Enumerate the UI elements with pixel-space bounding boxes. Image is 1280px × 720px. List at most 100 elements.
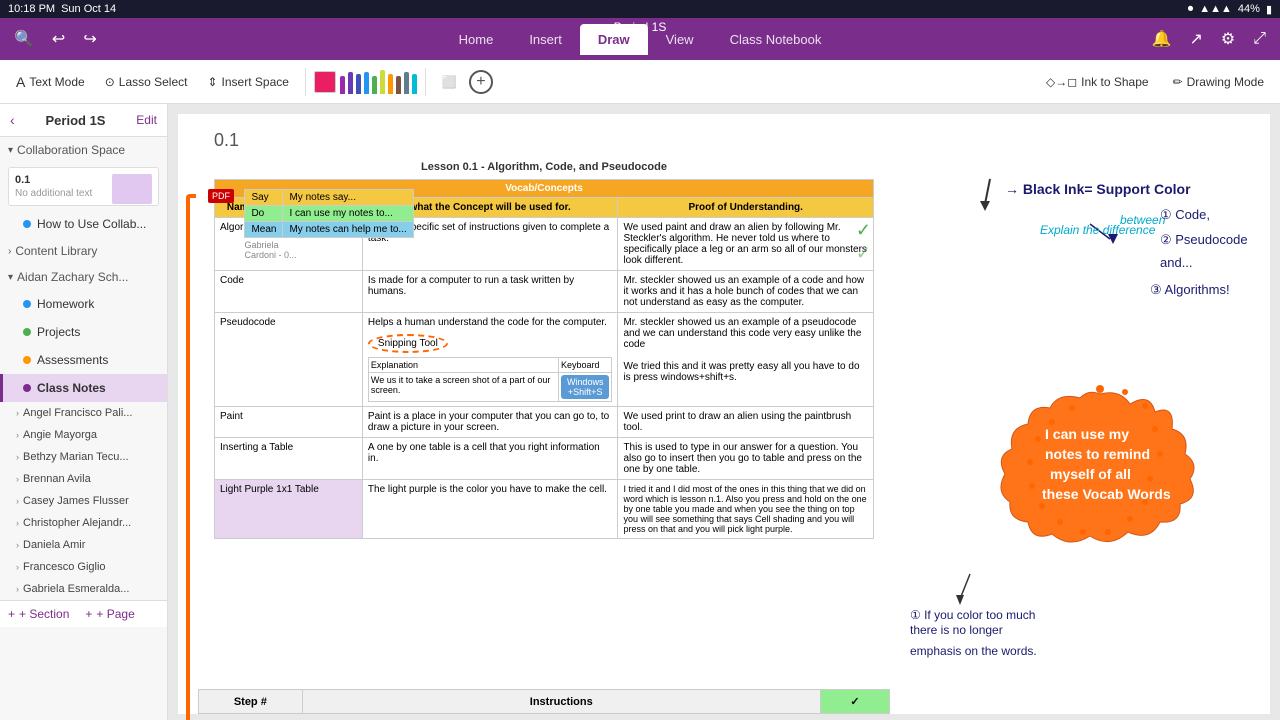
sidebar-student-angel[interactable]: › Angel Francisco Pali... bbox=[0, 402, 167, 424]
sidebar-student-daniela[interactable]: › Daniela Amir bbox=[0, 534, 167, 556]
sidebar-item-assessments[interactable]: Assessments bbox=[0, 346, 167, 374]
snipping-tool-label: Snipping Tool bbox=[368, 334, 448, 353]
pen-group bbox=[340, 70, 417, 94]
sidebar-header: ‹ Period 1S Edit bbox=[0, 104, 167, 137]
period-title: Period 1S bbox=[614, 20, 667, 34]
sidebar-student-bethzy[interactable]: › Bethzy Marian Tecu... bbox=[0, 446, 167, 468]
sidebar-collab-header[interactable]: ▾ Collaboration Space bbox=[0, 137, 167, 163]
def-paint: Paint is a place in your computer that y… bbox=[362, 407, 618, 438]
blue-dot-icon bbox=[23, 220, 31, 228]
svg-text:Explain the difference: Explain the difference bbox=[1040, 223, 1156, 237]
sidebar-item-class-notes[interactable]: Class Notes bbox=[0, 374, 167, 402]
sidebar-student-francesco[interactable]: › Francesco Giglio bbox=[0, 556, 167, 578]
ink-to-shape-button[interactable]: ◇→◻ Ink to Shape bbox=[1038, 71, 1157, 93]
svg-text:there is no longer: there is no longer bbox=[910, 623, 1003, 637]
redo-icon[interactable]: ↪ bbox=[79, 25, 100, 53]
page-preview[interactable]: 0.1 No additional text bbox=[8, 167, 159, 206]
color-swatch-pink[interactable] bbox=[314, 71, 336, 93]
sidebar-student-christopher[interactable]: › Christopher Alejandr... bbox=[0, 512, 167, 534]
pen-grey[interactable] bbox=[404, 72, 409, 94]
instructions-header: Instructions bbox=[302, 690, 820, 714]
check-mark-small: ✓ bbox=[856, 243, 871, 264]
notifications-icon[interactable]: 🔔 bbox=[1148, 25, 1176, 53]
pen-purple[interactable] bbox=[340, 76, 345, 94]
add-page-button[interactable]: + + Page bbox=[85, 607, 134, 621]
fullscreen-icon[interactable]: ⤢ bbox=[1249, 26, 1270, 52]
pen-yellow[interactable] bbox=[380, 70, 385, 94]
sidebar-edit-button[interactable]: Edit bbox=[136, 113, 157, 127]
text-mode-icon: A bbox=[16, 74, 25, 90]
thought-bubble: I can use my notes to remind myself of a… bbox=[990, 384, 1260, 589]
do-label: Do bbox=[245, 206, 283, 222]
proof-pseudocode: Mr. steckler showed us an example of a p… bbox=[618, 313, 874, 407]
chevron-right-christopher: › bbox=[16, 518, 19, 528]
sidebar-aidan-header[interactable]: ▾ Aidan Zachary Sch... bbox=[0, 264, 167, 290]
tab-class-notebook[interactable]: Class Notebook bbox=[712, 24, 840, 55]
drawing-mode-button[interactable]: ✏ Drawing Mode bbox=[1165, 71, 1272, 93]
add-pen-button[interactable]: + bbox=[469, 70, 493, 94]
pen-indigo[interactable] bbox=[348, 72, 353, 94]
svg-text:myself of all: myself of all bbox=[1050, 466, 1131, 482]
eraser-button[interactable]: ⬜ bbox=[434, 71, 465, 93]
search-icon[interactable]: 🔍 bbox=[10, 25, 38, 53]
table-row: Code Is made for a computer to run a tas… bbox=[215, 271, 874, 313]
sidebar-item-how-to-use[interactable]: How to Use Collab... bbox=[0, 210, 167, 238]
pen-brown[interactable] bbox=[396, 76, 401, 94]
check-column-header: ✓ bbox=[820, 690, 889, 714]
lasso-select-button[interactable]: ⊙ Lasso Select bbox=[97, 71, 196, 93]
chevron-right-francesco: › bbox=[16, 562, 19, 572]
pen-teal[interactable] bbox=[412, 74, 417, 94]
tab-insert[interactable]: Insert bbox=[511, 24, 580, 55]
svg-text:② Pseudocode: ② Pseudocode bbox=[1160, 232, 1248, 247]
chevron-right-casey: › bbox=[16, 496, 19, 506]
sidebar-item-homework[interactable]: Homework bbox=[0, 290, 167, 318]
sdm-table-container: Say My notes say... Do I can use my note… bbox=[244, 189, 413, 260]
proof-paint: We used print to draw an alien using the… bbox=[618, 407, 874, 438]
pen-lightblue[interactable] bbox=[364, 72, 369, 94]
snipping-keyboard-label: Keyboard bbox=[558, 358, 612, 373]
undo-icon[interactable]: ↩ bbox=[48, 25, 69, 53]
tab-home[interactable]: Home bbox=[441, 24, 512, 55]
top-nav-left-icons: 🔍 ↩ ↪ bbox=[10, 25, 101, 53]
snipping-subtable: Explanation Keyboard We us it to take a … bbox=[368, 357, 613, 402]
sdm-table: Say My notes say... Do I can use my note… bbox=[244, 189, 413, 238]
mean-label: Mean bbox=[245, 222, 283, 238]
note-text-2: emphasis on the words. bbox=[910, 644, 1260, 658]
text-mode-button[interactable]: A Text Mode bbox=[8, 70, 93, 94]
projects-dot-icon bbox=[23, 328, 31, 336]
sidebar-student-gabriela[interactable]: › Gabriela Esmeralda... bbox=[0, 578, 167, 600]
sidebar-student-brennan[interactable]: › Brennan Avila bbox=[0, 468, 167, 490]
steps-table: Step # Instructions ✓ bbox=[198, 689, 890, 714]
pen-blue[interactable] bbox=[356, 74, 361, 94]
svg-text:③ Algorithms!: ③ Algorithms! bbox=[1150, 282, 1230, 297]
say-label: Say bbox=[245, 190, 283, 206]
plus-icon-section: + bbox=[8, 607, 15, 621]
chevron-right-brennan: › bbox=[16, 474, 19, 484]
settings-icon[interactable]: ⚙ bbox=[1217, 25, 1239, 53]
lesson-title: Lesson 0.1 - Algorithm, Code, and Pseudo… bbox=[214, 161, 874, 173]
pen-green[interactable] bbox=[372, 76, 377, 94]
share-icon[interactable]: ↗ bbox=[1185, 25, 1206, 53]
sidebar-item-projects[interactable]: Projects bbox=[0, 318, 167, 346]
table-row: Pseudocode Helps a human understand the … bbox=[215, 313, 874, 407]
say-text: My notes say... bbox=[283, 190, 413, 206]
def-light-purple: The light purple is the color you have t… bbox=[362, 480, 618, 539]
handwriting-area: → Black Ink= Support Color Explain the d… bbox=[890, 169, 1260, 658]
handwriting-svg: → Black Ink= Support Color Explain the d… bbox=[890, 169, 1260, 369]
sidebar-student-angie[interactable]: › Angie Mayorga bbox=[0, 424, 167, 446]
sidebar-student-casey[interactable]: › Casey James Flusser bbox=[0, 490, 167, 512]
top-nav: 🔍 ↩ ↪ Period 1S Home Insert Draw View Cl… bbox=[0, 18, 1280, 60]
sidebar-title: Period 1S bbox=[46, 113, 106, 128]
orange-bracket bbox=[186, 194, 196, 720]
sidebar-content-library[interactable]: › Content Library bbox=[0, 238, 167, 264]
def-code: Is made for a computer to run a task wri… bbox=[362, 271, 618, 313]
sidebar-bottom: + + Section + + Page bbox=[0, 600, 167, 627]
add-section-button[interactable]: + + Section bbox=[8, 607, 69, 621]
pen-orange[interactable] bbox=[388, 74, 393, 94]
main-container: ‹ Period 1S Edit ▾ Collaboration Space 0… bbox=[0, 104, 1280, 720]
insert-space-icon: ⇕ bbox=[207, 75, 217, 89]
snipping-windows-btn: Windows+Shift+S bbox=[558, 373, 612, 402]
plus-icon-page: + bbox=[85, 607, 92, 621]
sidebar-back-button[interactable]: ‹ bbox=[10, 112, 15, 128]
insert-space-button[interactable]: ⇕ Insert Space bbox=[199, 71, 296, 93]
